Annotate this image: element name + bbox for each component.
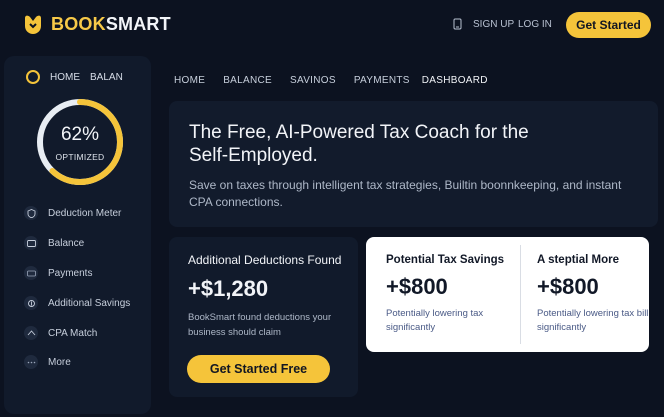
sidebar-balance-link[interactable]: BALAN <box>90 72 123 83</box>
gauge-value: 62% <box>60 124 100 145</box>
get-started-free-button[interactable]: Get Started Free <box>187 355 330 383</box>
gauge-label: OPTIMIZED <box>55 152 105 162</box>
main-nav: HOME BALANCE SAVINOS PAYMENTS DASHBOARD <box>174 75 488 86</box>
savings-icon <box>24 296 38 310</box>
sidebar-item-label: CPA Match <box>48 327 98 339</box>
sidebar-item-cpa-match[interactable]: CPA Match <box>24 326 97 340</box>
tax-savings-value: +$800 <box>386 274 448 299</box>
card-divider <box>520 245 521 344</box>
sidebar-item-additional-savings[interactable]: Additional Savings <box>24 296 130 310</box>
more-savings-value: +$800 <box>537 274 599 299</box>
card-icon <box>24 236 38 250</box>
deductions-description: BookSmart found deductions your business… <box>188 312 332 338</box>
login-link[interactable]: LOG IN <box>518 19 552 30</box>
tax-savings-title: Potential Tax Savings <box>386 254 505 266</box>
tab-savings[interactable]: SAVINOS <box>290 75 336 86</box>
sidebar-item-balance[interactable]: Balance <box>24 236 84 250</box>
book-smart-logo-icon <box>25 15 41 34</box>
logo[interactable]: BOOKSMART <box>21 12 171 36</box>
sidebar-home-link[interactable]: HOME <box>50 72 80 83</box>
tab-home[interactable]: HOME <box>174 75 205 86</box>
more-icon <box>24 355 38 369</box>
deductions-value: +$1,280 <box>188 276 269 301</box>
more-savings-description: Potentially lowering tax bill significan… <box>537 308 649 333</box>
status-ring-icon <box>26 70 40 84</box>
sidebar-item-label: Additional Savings <box>48 297 131 309</box>
payments-icon <box>24 266 38 280</box>
hero-subtitle: Save on taxes through intelligent tax st… <box>189 178 622 209</box>
deductions-card: Additional Deductions Found +$1,280 Book… <box>169 237 358 397</box>
sidebar-item-deduction-meter[interactable]: Deduction Meter <box>24 206 121 220</box>
tab-payments[interactable]: PAYMENTS <box>354 75 410 86</box>
sidebar-item-payments[interactable]: Payments <box>24 266 92 280</box>
tab-dashboard[interactable]: DASHBOARD <box>422 75 488 86</box>
shield-icon <box>24 206 38 220</box>
get-started-button[interactable]: Get Started <box>566 12 651 38</box>
sidebar-item-label: Payments <box>48 267 93 279</box>
signup-link[interactable]: SIGN UP <box>473 19 514 30</box>
sidebar-item-label: Balance <box>48 237 85 249</box>
sidebar: HOME BALAN 62% OPTIMIZED Deduction Meter… <box>4 56 151 414</box>
cpa-icon <box>24 326 38 340</box>
phone-icon[interactable] <box>452 18 464 30</box>
sidebar-item-label: More <box>48 356 71 368</box>
sidebar-item-more[interactable]: More <box>24 355 71 369</box>
savings-card: Potential Tax Savings +$800 Potentially … <box>366 237 649 352</box>
tab-balance[interactable]: BALANCE <box>223 75 272 86</box>
hero-panel: The Free, AI-Powered Tax Coach for the S… <box>169 101 658 227</box>
deductions-title: Additional Deductions Found <box>188 253 342 267</box>
tax-savings-description: Potentially lowering tax significantly <box>386 308 484 333</box>
more-savings-title: A steptial More <box>537 254 620 266</box>
brand-name: BOOKSMART <box>51 13 171 34</box>
top-bar: BOOKSMART SIGN UP LOG IN Get Started <box>0 0 664 52</box>
more-savings-column: A steptial More +$800 Potentially loweri… <box>537 254 657 335</box>
tax-savings-column: Potential Tax Savings +$800 Potentially … <box>386 254 506 335</box>
sidebar-top-nav: HOME BALAN <box>26 70 123 84</box>
sidebar-item-label: Deduction Meter <box>48 207 122 219</box>
hero-title: The Free, AI-Powered Tax Coach for the S… <box>189 122 529 166</box>
